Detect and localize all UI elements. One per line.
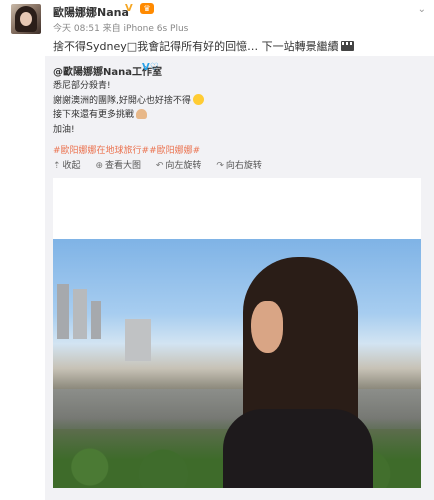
repost-line: 接下來還有更多挑戰 — [53, 108, 204, 123]
post-text-content: 捨不得Sydney□我會記得所有好的回憶… 下一站轉景繼續 — [53, 40, 339, 53]
author-name[interactable]: 歐陽娜娜Nana — [53, 4, 129, 20]
repost-line: 加油! — [53, 124, 75, 135]
skyline-building — [73, 289, 87, 339]
zoom-icon: ⊕ — [95, 161, 103, 171]
muscle-emoji-icon — [136, 109, 148, 119]
rotate-right-icon: ↷ — [216, 161, 224, 171]
image-actions: ⇡ 收起 ⊕ 查看大图 ↶ 向左旋转 ↷ 向右旋转 — [53, 158, 274, 171]
collapse-button[interactable]: ⇡ 收起 — [53, 158, 81, 171]
chevron-down-icon[interactable]: ⌄ — [418, 4, 426, 15]
kiss-emoji-icon — [192, 93, 204, 105]
repost-line: 悉尼部分殺青! — [53, 81, 111, 91]
avatar-face — [20, 12, 32, 26]
avatar[interactable] — [11, 4, 41, 34]
repost-text: 悉尼部分殺青! 謝謝澳洲的團隊,好開心也好捨不得 接下來還有更多挑戰 加油! — [53, 79, 204, 137]
skyline-building — [125, 319, 151, 361]
skyline-building — [91, 301, 101, 339]
subject-face — [251, 301, 283, 353]
repost-line: 謝謝澳洲的團隊,好開心也好捨不得 — [53, 93, 204, 109]
film-clapper-icon — [340, 41, 354, 51]
repost-card: @歐陽娜娜Nana工作室 V♡ 悉尼部分殺青! 謝謝澳洲的團隊,好開心也好捨不得… — [45, 56, 434, 500]
collapse-icon: ⇡ — [53, 161, 61, 171]
zoom-button[interactable]: ⊕ 查看大图 — [95, 158, 141, 171]
post-header: 歐陽娜娜Nana V ♛ 今天 08:51 来自 iPhone 6s Plus … — [0, 0, 434, 38]
rotate-right-button[interactable]: ↷ 向右旋转 — [216, 158, 262, 171]
repost-badge-icons: V♡ — [142, 62, 159, 73]
photo-image — [53, 239, 421, 488]
hashtags[interactable]: #歐阳娜娜在地球旅行##歐阳娜娜# — [53, 143, 200, 156]
subject-body — [223, 409, 373, 488]
post-text: 捨不得Sydney□我會記得所有好的回憶… 下一站轉景繼續 — [53, 38, 354, 54]
rotate-left-icon: ↶ — [155, 161, 164, 171]
skyline-building — [57, 284, 69, 339]
vip-crown-icon: ♛ — [140, 3, 154, 14]
rotate-left-button[interactable]: ↶ 向左旋转 — [156, 158, 202, 171]
verified-icon: V — [125, 3, 133, 14]
post-meta: 今天 08:51 来自 iPhone 6s Plus — [53, 24, 189, 34]
post-photo[interactable] — [53, 178, 421, 488]
